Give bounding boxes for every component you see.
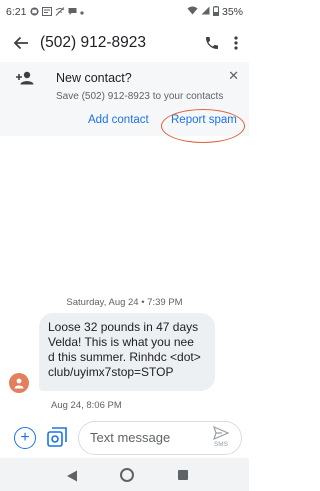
message-line: d this summer. Rinhdc <dot>: [48, 350, 201, 364]
add-contact-button[interactable]: Add contact: [88, 114, 149, 126]
message-input[interactable]: [90, 430, 190, 445]
app-bar: (502) 912-8923: [0, 26, 249, 60]
call-button[interactable]: [201, 32, 223, 54]
status-right: 35%: [187, 5, 243, 19]
phone-icon: [206, 37, 218, 49]
send-icon: [213, 426, 229, 440]
notification-icon: [42, 6, 53, 18]
message-line: Velda! This is what you nee: [48, 335, 194, 349]
person-add-icon: [16, 71, 34, 90]
send-label: SMS: [213, 441, 229, 448]
send-button[interactable]: SMS: [210, 426, 232, 452]
message-line: club/uyimx7stop=STOP: [48, 365, 174, 379]
person-icon: [14, 378, 24, 389]
battery-percent: 35%: [221, 6, 243, 18]
wifi-off-icon: [55, 6, 65, 18]
compose-bar: + SMS: [0, 418, 249, 456]
battery-icon: [212, 5, 219, 19]
gallery-button[interactable]: [46, 426, 68, 448]
banner-subtitle: Save (502) 912-8923 to your contacts: [56, 91, 224, 102]
avatar[interactable]: [9, 373, 29, 393]
nav-back-button[interactable]: [66, 469, 78, 482]
status-bar: 6:21 35%: [0, 0, 249, 24]
message-input-field[interactable]: SMS: [78, 421, 242, 455]
add-attachment-button[interactable]: +: [14, 427, 36, 449]
system-nav-bar: [0, 458, 249, 491]
nav-recents-button[interactable]: [178, 470, 188, 480]
back-arrow-icon: [13, 36, 28, 50]
date-separator: Saturday, Aug 24 • 7:39 PM: [66, 297, 183, 308]
signal-icon: [201, 6, 210, 18]
message-timestamp: Aug 24, 8:06 PM: [51, 400, 122, 411]
close-icon[interactable]: ✕: [228, 68, 239, 84]
message-bubble[interactable]: Loose 32 pounds in 47 days Velda! This i…: [39, 313, 215, 391]
back-button[interactable]: [6, 28, 36, 58]
plus-icon: +: [20, 429, 30, 446]
page-title: (502) 912-8923: [40, 34, 146, 51]
notification-icons: [30, 6, 85, 18]
nav-home-button[interactable]: [120, 468, 134, 482]
more-options-button[interactable]: [227, 32, 245, 54]
banner-title: New contact?: [56, 71, 132, 85]
gallery-icon: [47, 427, 67, 447]
chat-icon: [68, 7, 77, 18]
mail-icon: [30, 6, 39, 18]
dot-icon: [80, 7, 85, 17]
triangle-back-icon: [67, 470, 77, 482]
more-vert-icon: [234, 36, 238, 50]
report-spam-highlight: [161, 109, 245, 143]
message-line: Loose 32 pounds in 47 days: [48, 320, 199, 334]
status-time: 6:21: [6, 6, 27, 18]
wifi-icon: [187, 6, 198, 18]
